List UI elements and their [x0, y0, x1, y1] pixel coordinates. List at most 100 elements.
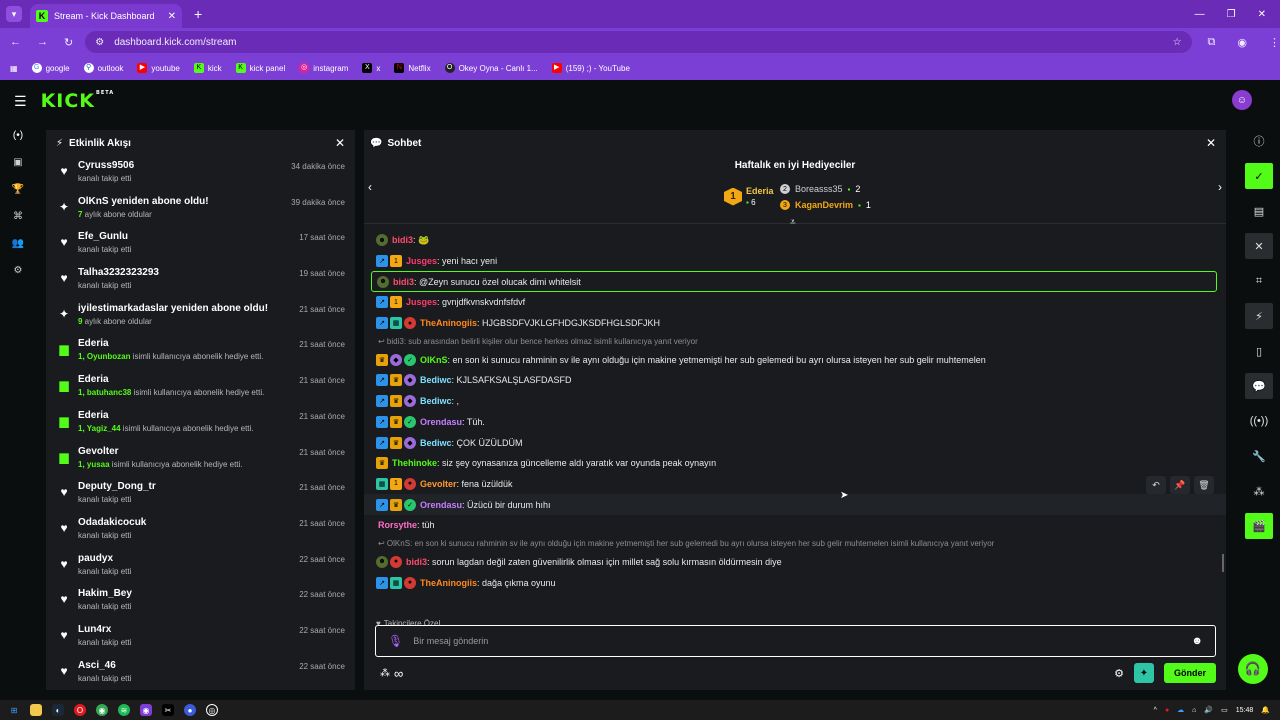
microphone-icon[interactable]: 🎙 [388, 634, 403, 648]
trophy-icon[interactable]: 🏆 [0, 176, 36, 203]
kick-emote-button[interactable]: ✦ [1133, 663, 1154, 683]
app-icon[interactable]: ● [184, 704, 196, 716]
bookmark-star-icon[interactable]: ☆ [1173, 37, 1182, 48]
new-tab-button[interactable]: + [194, 6, 202, 22]
support-chat-icon[interactable]: 🎧 [1238, 654, 1268, 684]
lightning-icon[interactable]: ⚡ [1245, 303, 1273, 329]
hamburger-menu-icon[interactable]: ☰ [14, 93, 27, 110]
dashboard-icon[interactable]: ▣ [0, 149, 36, 176]
chat-username[interactable]: Orendasu [420, 417, 462, 427]
reply-icon[interactable]: ↶ [1146, 476, 1166, 494]
chat-message[interactable]: ↗ ♛ ✓ Orendasu: Tüh. [364, 412, 1226, 433]
info-icon[interactable]: ⓘ [1245, 128, 1273, 154]
chat-username[interactable]: Jusges [406, 297, 437, 307]
bookmark-okey[interactable]: O Okey Oyna - Canlı 1... [444, 63, 538, 73]
users-icon[interactable]: 👥 [0, 230, 36, 257]
url-field[interactable]: ⚙ dashboard.kick.com/stream ☆ [85, 31, 1192, 53]
settings-gear-icon[interactable]: ⚙ [0, 257, 36, 284]
chat-message[interactable]: ☻ ● bidi3: sorun lagdan değil zaten güveni… [364, 552, 1226, 573]
browser-tab[interactable]: K Stream - Kick Dashboard ✕ [30, 4, 182, 28]
chrome-icon[interactable]: ◉ [96, 704, 108, 716]
tray-chevron-icon[interactable]: ^ [1154, 707, 1157, 714]
chat-message[interactable]: ↗ ♛ ✓ Orendasu: Üzücü bir durum hıhı [364, 494, 1226, 515]
chat-username[interactable]: bidi3 [406, 557, 427, 567]
browser-active-icon[interactable]: ◉ [140, 704, 152, 716]
tab-search-button[interactable]: ▾ [6, 6, 22, 22]
wrench-icon[interactable]: 🔧 [1245, 443, 1273, 469]
pin-icon[interactable]: 📌 [1170, 476, 1190, 494]
chat-message[interactable]: Rorsythe: tüh [364, 515, 1226, 536]
chat-message[interactable]: ▦ 1 ● Gevolter: fena üzüldük [364, 474, 1226, 495]
tray-app-icon[interactable]: ● [1165, 707, 1169, 714]
clock-time[interactable]: 15:48 [1236, 707, 1254, 714]
minimize-button[interactable]: — [1195, 9, 1205, 20]
chat-username[interactable]: Rorsythe [378, 520, 417, 530]
capcut-icon[interactable]: ✂ [162, 704, 174, 716]
extensions-icon[interactable]: ⧉ [1208, 36, 1216, 49]
close-panel-icon[interactable]: ✕ [1245, 233, 1273, 259]
restore-button[interactable]: ❐ [1227, 9, 1236, 20]
chat-message[interactable]: ☻ bidi3: @Zeyn sunucu özel olucak dimi wh… [371, 271, 1217, 293]
reload-button[interactable]: ↻ [64, 36, 73, 49]
document-icon[interactable]: ▯ [1245, 338, 1273, 364]
chat-username[interactable]: Bediwc [420, 438, 452, 448]
network-icon[interactable]: ⌂ [1192, 707, 1196, 714]
chat-message[interactable]: ↗ ♛ ◆ Bediwc: ÇOK ÜZÜLDÜM [364, 432, 1226, 453]
send-button[interactable]: Gönder [1163, 663, 1216, 683]
chat-username[interactable]: Bediwc [420, 396, 452, 406]
chat-message[interactable]: ♛ ◆ ✓ OlKnS: en son ki sunucu rahminin sv i… [364, 349, 1226, 370]
chat-username[interactable]: TheAninogiis [420, 578, 477, 588]
channel-points-icon[interactable]: ⁂ [380, 668, 390, 679]
site-info-icon[interactable]: ⚙ [95, 37, 104, 48]
close-chat-button[interactable]: ✕ [1206, 136, 1216, 150]
chat-message[interactable]: ☻ bidi3: 🐸 [364, 230, 1226, 251]
user-avatar[interactable]: ☺ [1232, 90, 1252, 110]
layout-icon[interactable]: ▤ [1245, 198, 1273, 224]
bookmark-outlook[interactable]: ⚲ outlook [83, 63, 123, 73]
crop-icon[interactable]: ⌗ [1245, 268, 1273, 294]
bookmark-youtube[interactable]: ▶ youtube [137, 63, 180, 73]
kick-logo[interactable]: KICKBETA [41, 90, 115, 112]
delete-icon[interactable]: 🗑 [1194, 476, 1214, 494]
profile-icon[interactable]: ◉ [1237, 36, 1247, 49]
obs-icon[interactable]: ◎ [206, 704, 218, 716]
apps-grid-icon[interactable]: ▦ [10, 64, 18, 73]
emoji-picker-icon[interactable]: ☻ [1191, 635, 1203, 647]
file-explorer-icon[interactable] [30, 704, 42, 716]
close-activity-button[interactable]: ✕ [335, 136, 345, 150]
points-icon[interactable]: ⁂ [1245, 478, 1273, 504]
broadcast-icon[interactable]: ((•)) [1245, 408, 1273, 434]
battery-icon[interactable]: ▭ [1221, 706, 1228, 714]
chat-username[interactable]: bidi3 [392, 235, 413, 245]
chat-message[interactable]: ↗ 1 Jusges: yeni hacı yeni [364, 251, 1226, 272]
chat-username[interactable]: OlKnS [420, 355, 448, 365]
chat-message-list[interactable]: ↶ 📌 🗑 ➤ ☻ bidi3: 🐸 ↗ 1 Jusges: yeni hacı yen… [364, 224, 1226, 616]
chat-username[interactable]: Bediwc [420, 375, 452, 385]
chat-username[interactable]: TheAninogiis [420, 318, 477, 328]
notification-bell-icon[interactable]: 🔔 [1261, 706, 1270, 714]
back-button[interactable]: ← [10, 36, 21, 49]
forward-button[interactable]: → [37, 36, 48, 49]
chevron-right-icon[interactable]: › [1218, 180, 1222, 194]
chat-bubble-icon[interactable]: 💬 [1245, 373, 1273, 399]
bookmark-youtube-video[interactable]: ▶ (159) ;) - YouTube [551, 63, 630, 73]
menu-kebab-icon[interactable]: ⋮ [1269, 36, 1280, 49]
bookmark-google[interactable]: Ggoogle [31, 63, 70, 73]
volume-icon[interactable]: 🔊 [1204, 706, 1213, 714]
chat-message-input[interactable] [413, 636, 1182, 646]
clapperboard-icon[interactable]: 🎬 [1245, 513, 1273, 539]
points-balance[interactable]: ∞ [394, 666, 403, 681]
bookmark-kick[interactable]: Kkick [193, 63, 222, 73]
chat-username[interactable]: Orendasu [420, 500, 462, 510]
chat-message[interactable]: ↗ ♛ ◆ Bediwc: , [364, 391, 1226, 412]
chat-message[interactable]: ↗ ♛ ◆ Bediwc: KJLSAFKSALŞLASFDASFD [364, 370, 1226, 391]
bookmark-instagram[interactable]: ◎ instagram [299, 63, 348, 73]
community-icon[interactable]: ⌘ [0, 203, 36, 230]
tab-close-icon[interactable]: ✕ [168, 11, 176, 22]
chevron-left-icon[interactable]: ‹ [368, 180, 372, 194]
tray-cloud-icon[interactable]: ☁ [1177, 706, 1184, 714]
chat-username[interactable]: Gevolter [420, 479, 457, 489]
chat-message[interactable]: ↗ ▦ ● TheAninogiis: dağa çıkma oyunu [364, 572, 1226, 593]
chat-username[interactable]: bidi3 [393, 277, 414, 287]
bookmark-netflix[interactable]: N Netflix [394, 63, 431, 73]
